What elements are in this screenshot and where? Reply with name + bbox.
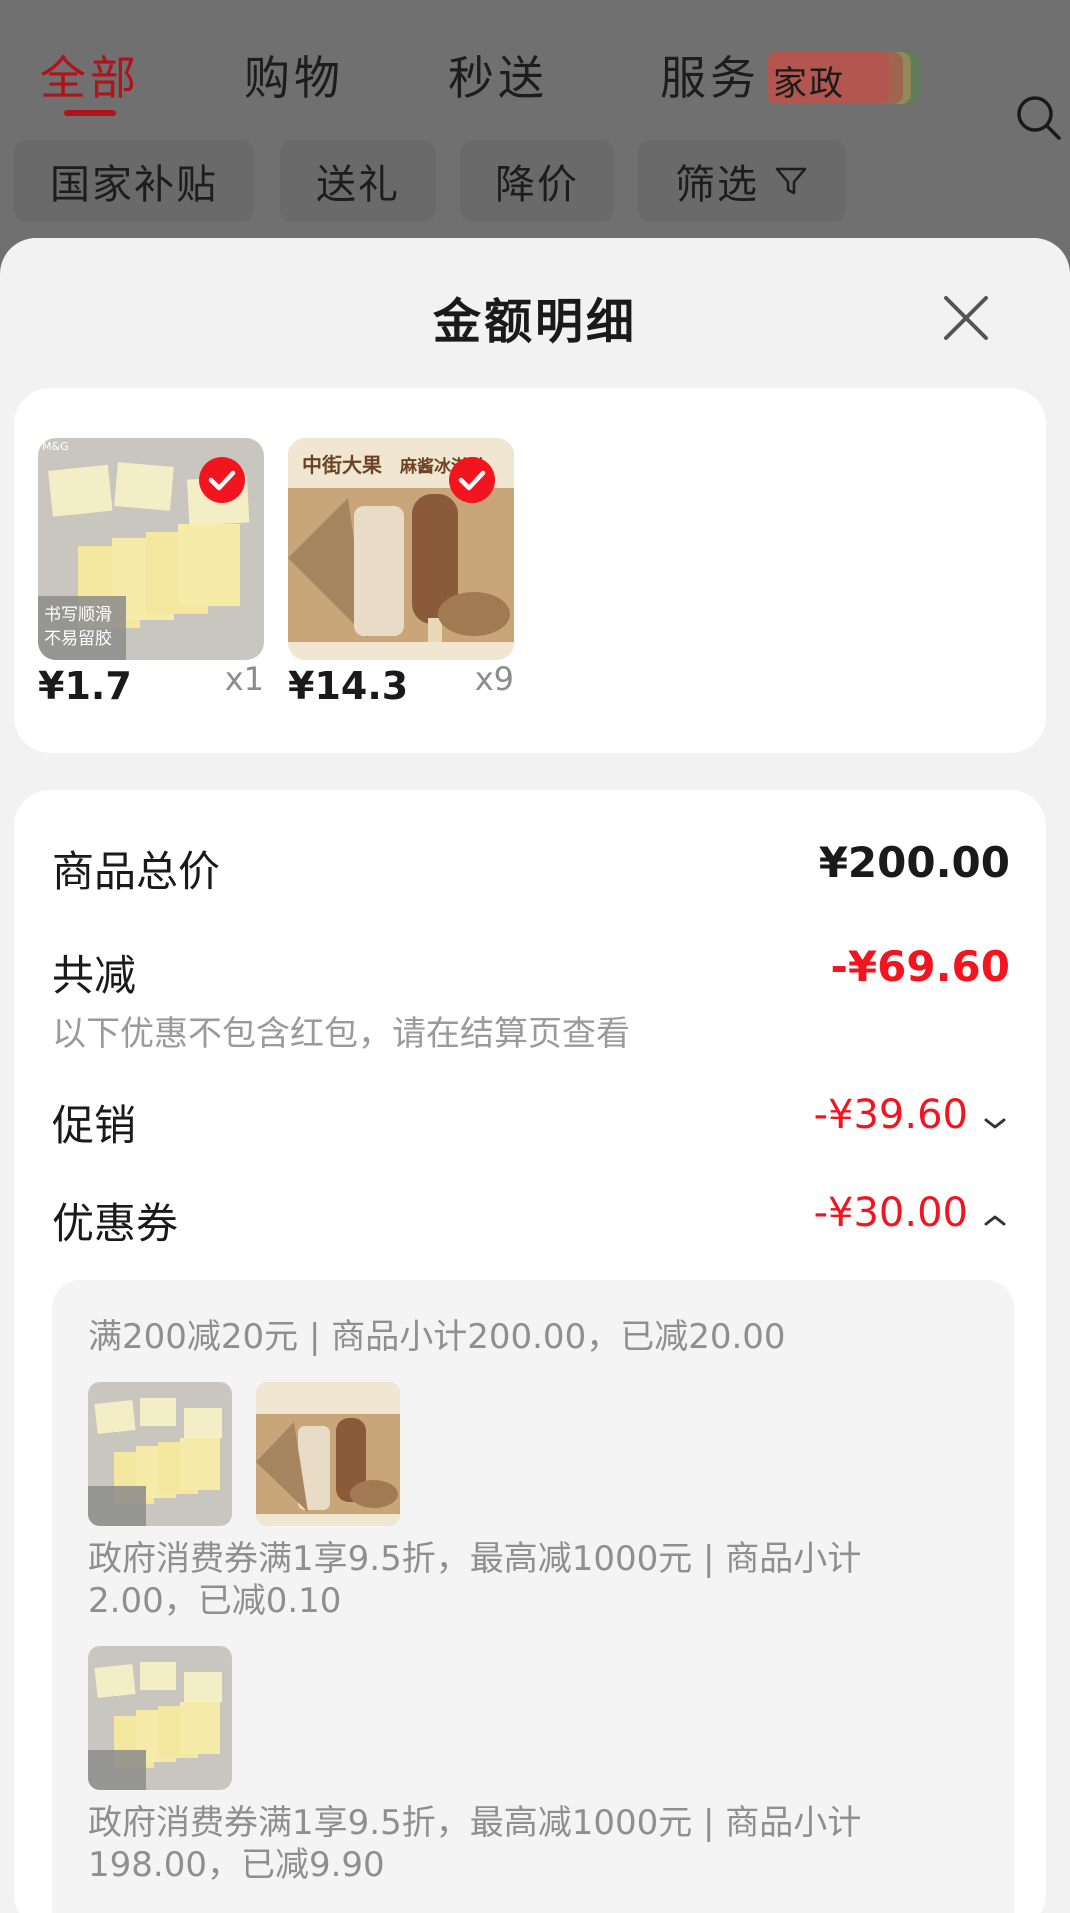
brand-logo-text: M&G <box>42 440 69 453</box>
service-tag-badge[interactable]: 家政 <box>767 52 919 104</box>
total-discount-label: 共减 <box>52 951 137 1000</box>
tab-active-indicator <box>64 110 116 116</box>
coupon-label: 优惠券 <box>52 1199 179 1248</box>
price-detail-card: 商品总价 ¥200.00 共减 -¥69.60 以下优惠不包含红包，请在结算页查… <box>14 790 1046 1913</box>
category-tabs: 全部 购物 秒送 服务 家政 <box>40 42 1061 140</box>
total-price-label: 商品总价 <box>52 847 221 896</box>
coupon-line: 政府消费券满1享9.5折，最高减1000元 | 商品小计 2.00，已减0.10 <box>88 1539 862 1621</box>
top-header: 全部 购物 秒送 服务 家政 国家补贴 送礼 降价 筛选 <box>0 0 1070 240</box>
total-discount-value: -¥69.60 <box>830 942 1010 991</box>
close-icon[interactable] <box>936 288 996 348</box>
item-quantity: x9 <box>474 660 514 698</box>
item-price: ¥14.3 <box>288 664 409 708</box>
chip-filter-label: 筛选 <box>675 162 759 208</box>
coupon-line: 政府消费券满1享9.5折，最高减1000元 | 商品小计 198.00，已减9.… <box>88 1803 862 1885</box>
svg-text:中街大果: 中街大果 <box>302 453 382 477</box>
svg-text:不易留胶: 不易留胶 <box>44 629 112 649</box>
sticky-note-thumbnail <box>88 1646 232 1790</box>
chip-price-drop[interactable]: 降价 <box>460 140 614 222</box>
chip-subsidy[interactable]: 国家补贴 <box>14 140 254 222</box>
coupon-breakdown-panel: 满200减20元 | 商品小计200.00，已减20.00 政府消费券满1享9.… <box>52 1280 1014 1913</box>
sheet-title: 金额明细 <box>432 294 637 350</box>
sticky-note-thumbnail <box>88 1382 232 1526</box>
coupon-line: 满200减20元 | 商品小计200.00，已减20.00 <box>88 1317 786 1357</box>
product-card: M&G 书写顺滑 不易留胶 ¥1.7 x1 中街大果 麻酱冰淇淋 ¥14.3 x… <box>14 388 1046 753</box>
svg-text:书写顺滑: 书写顺滑 <box>44 605 112 625</box>
search-icon[interactable] <box>1015 94 1063 142</box>
tab-shopping[interactable]: 购物 <box>244 42 344 108</box>
checkmark-icon[interactable] <box>198 456 246 504</box>
promo-label: 促销 <box>52 1101 137 1150</box>
chevron-down-icon[interactable] <box>982 1116 1008 1132</box>
ice-cream-thumbnail <box>256 1382 400 1526</box>
discount-note: 以下优惠不包含红包，请在结算页查看 <box>52 1014 630 1054</box>
service-tag-label: 家政 <box>773 64 845 104</box>
total-price-value: ¥200.00 <box>818 838 1010 887</box>
amount-detail-sheet: 金额明细 M&G 书写顺滑 不易留胶 ¥1.7 x1 中街大果 麻酱冰淇淋 ¥1… <box>0 238 1070 1913</box>
chevron-up-icon[interactable] <box>982 1212 1008 1228</box>
funnel-icon <box>775 167 807 195</box>
promo-value[interactable]: -¥39.60 <box>814 1092 968 1138</box>
tab-service[interactable]: 服务 <box>660 42 760 108</box>
item-price: ¥1.7 <box>38 664 132 708</box>
chip-gift[interactable]: 送礼 <box>280 140 436 222</box>
item-quantity: x1 <box>224 660 264 698</box>
tab-express[interactable]: 秒送 <box>448 42 548 108</box>
checkmark-icon[interactable] <box>448 456 496 504</box>
chip-filter[interactable]: 筛选 <box>638 140 846 222</box>
coupon-value[interactable]: -¥30.00 <box>814 1190 968 1236</box>
tab-all[interactable]: 全部 <box>40 42 140 108</box>
